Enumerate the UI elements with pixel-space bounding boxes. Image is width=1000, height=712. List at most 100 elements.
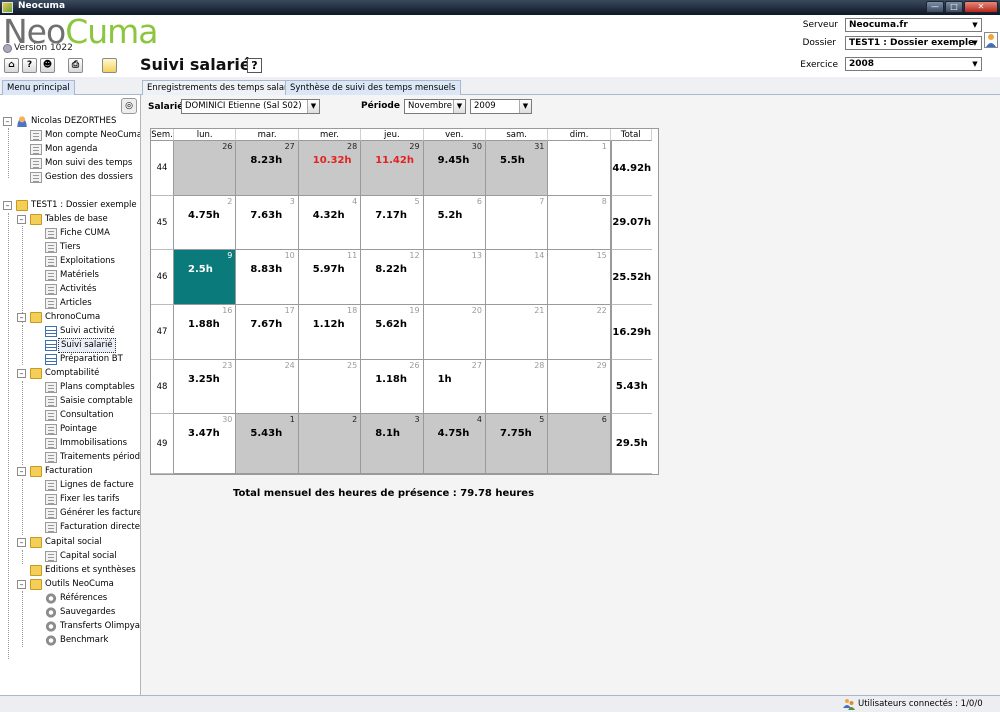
calendar-day-cell[interactable]: 8: [548, 196, 611, 250]
calendar-day-cell[interactable]: 4 4.75h: [423, 414, 486, 474]
calendar-day-cell[interactable]: 3 7.63h: [236, 196, 299, 250]
day-number: 12: [409, 251, 420, 260]
day-number: 28: [347, 142, 358, 151]
calendar-day-cell[interactable]: 15: [548, 250, 611, 305]
print-button[interactable]: ⎙: [68, 58, 83, 73]
salarie-label: Salarié: [148, 102, 184, 112]
day-number: 13: [471, 251, 482, 260]
serveur-select[interactable]: Neocuma.fr ▼: [845, 18, 982, 32]
calendar-day-cell[interactable]: 11 5.97h: [298, 250, 362, 305]
calendar-day-cell[interactable]: 19 5.62h: [361, 305, 424, 360]
home-button[interactable]: ⌂: [4, 58, 19, 73]
calendar-day-cell[interactable]: 4 4.32h: [298, 196, 362, 250]
calendar-day-cell[interactable]: 31 5.5h: [486, 141, 549, 196]
calendar-day-cell[interactable]: 25: [298, 360, 362, 414]
week-number: 45: [151, 196, 174, 250]
calendar-day-cell[interactable]: 10 8.83h: [236, 250, 299, 305]
minimize-button[interactable]: —: [926, 1, 944, 13]
calendar-day-cell[interactable]: 18 1.12h: [298, 305, 362, 360]
day-hours: 7.17h: [375, 210, 407, 221]
week-total: 29.5h: [610, 414, 652, 474]
note-button[interactable]: [102, 58, 117, 73]
calendar-day-cell[interactable]: 6 5.2h: [423, 196, 486, 250]
calendar-day-cell[interactable]: 23 3.25h: [174, 360, 237, 414]
calendar-day-cell[interactable]: 5 7.75h: [486, 414, 549, 474]
calendar-day-cell[interactable]: 7: [486, 196, 549, 250]
page-icon: [45, 551, 57, 562]
help-book-button[interactable]: ?: [22, 58, 37, 73]
year-select[interactable]: 2009 ▼: [470, 99, 532, 114]
calendar-day-cell[interactable]: 17 7.67h: [236, 305, 299, 360]
week-number: 46: [151, 250, 174, 305]
calendar-day-cell[interactable]: 16 1.88h: [174, 305, 237, 360]
calendar-day-cell[interactable]: 28 10.32h: [298, 141, 362, 196]
help-button[interactable]: ?: [247, 58, 262, 73]
day-number: 30: [471, 142, 482, 151]
calendar-day-cell[interactable]: 29 11.42h: [361, 141, 424, 196]
month-select[interactable]: Novembre ▼: [404, 99, 466, 114]
user-settings-button[interactable]: ☻: [40, 58, 55, 73]
calendar-day-cell[interactable]: 27 8.23h: [236, 141, 299, 196]
calendar-day-cell[interactable]: 5 7.17h: [361, 196, 424, 250]
day-number: 23: [222, 361, 233, 370]
calendar-day-cell[interactable]: 20: [423, 305, 486, 360]
day-hours: 3.25h: [188, 374, 220, 385]
calendar-day-cell[interactable]: 3 8.1h: [361, 414, 424, 474]
maximize-button[interactable]: □: [945, 1, 963, 13]
salarie-select[interactable]: DOMINICI Etienne (Sal S02) ▼: [181, 99, 320, 114]
calendar-day-cell[interactable]: 26 1.18h: [361, 360, 424, 414]
page-icon: [45, 494, 57, 505]
calendar-day-cell[interactable]: 29: [548, 360, 611, 414]
week-total: 44.92h: [610, 141, 652, 196]
exercice-select[interactable]: 2008 ▼: [845, 57, 982, 71]
tab-strip: Menu principal Enregistrements des temps…: [0, 77, 1000, 95]
tab-menu-principal[interactable]: Menu principal: [2, 80, 75, 95]
user-icon[interactable]: [984, 32, 998, 48]
status-bar: Utilisateurs connectés : 1/0/0: [0, 695, 1000, 712]
calendar-header-cell: mar.: [236, 129, 299, 141]
exercice-label: Exercice: [800, 60, 838, 70]
calendar-day-cell[interactable]: 21: [486, 305, 549, 360]
day-number: 24: [284, 361, 295, 370]
day-number: 29: [409, 142, 420, 151]
calendar-day-cell[interactable]: 22: [548, 305, 611, 360]
calendar-day-cell[interactable]: 30 9.45h: [423, 141, 486, 196]
page-icon: [30, 172, 42, 183]
refresh-icon[interactable]: ◎: [121, 98, 137, 114]
calendar-day-cell[interactable]: 1 5.43h: [236, 414, 299, 474]
calendar-day-cell[interactable]: 24: [236, 360, 299, 414]
calendar-header-cell: Sem.: [151, 129, 174, 141]
calendar-day-cell[interactable]: 27 1h: [423, 360, 486, 414]
chevron-down-icon: ▼: [519, 100, 531, 113]
sidebar-tree: ◎ – Nicolas DEZORTHES Mon compte NeoCuma …: [0, 95, 141, 695]
tab-synthese[interactable]: Synthèse de suivi des temps mensuels: [285, 80, 461, 95]
calendar-day-cell[interactable]: 9 2.5h: [174, 250, 237, 305]
day-hours: 4.75h: [437, 428, 470, 439]
calendar-header-cell: mer.: [298, 129, 362, 141]
calendar-day-cell[interactable]: 12 8.22h: [361, 250, 424, 305]
tab-enregistrements[interactable]: Enregistrements des temps salariés: [142, 80, 305, 95]
day-number: 6: [601, 415, 607, 424]
close-button[interactable]: ✕: [964, 1, 998, 13]
calendar-day-cell[interactable]: 1: [548, 141, 611, 196]
page-icon: [45, 242, 57, 253]
calendar-header-cell: dim.: [548, 129, 611, 141]
calendar-day-cell[interactable]: 2 4.75h: [174, 196, 237, 250]
calendar-day-cell[interactable]: 2: [298, 414, 362, 474]
day-hours: 8.23h: [250, 155, 283, 166]
calendar-day-cell[interactable]: 28: [486, 360, 549, 414]
day-number: 4: [352, 197, 358, 206]
calendar-day-cell[interactable]: 6: [548, 414, 611, 474]
chevron-down-icon: ▼: [972, 60, 978, 68]
week-number: 49: [151, 414, 174, 474]
calendar-day-cell[interactable]: 26: [174, 141, 237, 196]
calendar-day-cell[interactable]: 30 3.47h: [174, 414, 237, 474]
day-number: 5: [414, 197, 420, 206]
users-icon: [843, 699, 855, 710]
dossier-select[interactable]: TEST1 : Dossier exemple ▼: [845, 36, 982, 50]
day-hours: 7.67h: [250, 319, 283, 330]
window-title: Neocuma: [18, 1, 66, 11]
calendar-day-cell[interactable]: 13: [423, 250, 486, 305]
calendar-day-cell[interactable]: 14: [486, 250, 549, 305]
day-number: 7: [539, 197, 545, 206]
